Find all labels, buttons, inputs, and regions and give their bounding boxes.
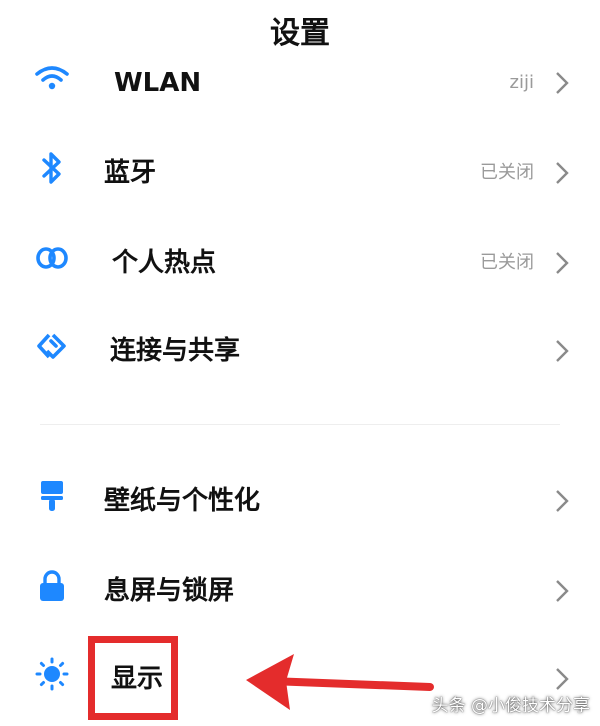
wlan-network-name: ziji (509, 72, 534, 93)
annotation-highlight-box (88, 636, 178, 720)
settings-item-connection-share[interactable]: 连接与共享 (0, 306, 600, 396)
lock-icon (34, 568, 70, 604)
chevron-right-icon (550, 486, 574, 516)
settings-item-label: 壁纸与个性化 (104, 486, 261, 516)
sun-icon (34, 656, 70, 692)
chevron-right-icon (550, 576, 574, 606)
settings-item-bluetooth[interactable]: 蓝牙 已关闭 (0, 128, 600, 218)
settings-item-label: 息屏与锁屏 (104, 576, 235, 606)
chevron-right-icon (550, 248, 574, 278)
chevron-right-icon (550, 158, 574, 188)
chevron-right-icon (550, 68, 574, 98)
settings-item-label: 个人热点 (112, 248, 217, 278)
bluetooth-icon (34, 150, 70, 186)
settings-item-label: 连接与共享 (110, 336, 241, 366)
settings-item-label: 蓝牙 (104, 158, 157, 188)
settings-item-wallpaper[interactable]: 壁纸与个性化 (0, 456, 600, 546)
settings-item-hotspot[interactable]: 个人热点 已关闭 (0, 218, 600, 308)
hotspot-status: 已关闭 (480, 252, 534, 273)
section-divider (40, 424, 560, 425)
bluetooth-status: 已关闭 (480, 162, 534, 183)
brush-icon (34, 478, 70, 514)
chevron-right-icon (550, 336, 574, 366)
chevron-right-icon (550, 664, 574, 694)
watermark-text: 头条 @小俊技术分享 (431, 696, 590, 716)
settings-item-wlan[interactable]: WLAN ziji (0, 38, 600, 128)
connection-share-icon (34, 328, 70, 364)
settings-item-label: WLAN (114, 68, 202, 98)
wifi-icon (34, 60, 70, 96)
settings-item-lockscreen[interactable]: 息屏与锁屏 (0, 546, 600, 636)
annotation-arrow-icon (240, 648, 436, 722)
hotspot-icon (34, 240, 70, 276)
